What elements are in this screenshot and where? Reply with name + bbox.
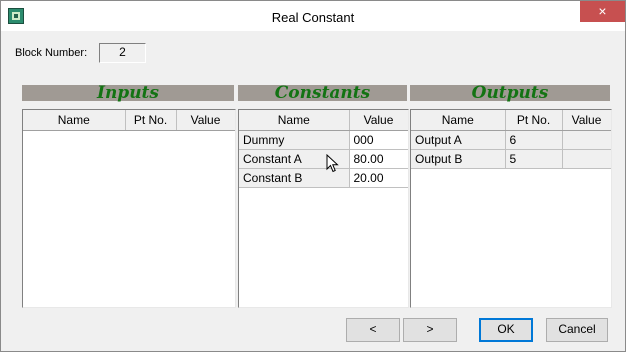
constants-table: Name Value Dummy 000 Constant A 80.00 Constan… (239, 110, 408, 188)
output-value-cell[interactable] (562, 130, 611, 150)
mouse-pointer-icon (326, 154, 339, 173)
window-title: Real Constant (271, 10, 355, 25)
value-column-header: Value (562, 110, 611, 131)
name-column-header: Name (239, 110, 350, 131)
output-value-cell[interactable] (562, 149, 611, 169)
name-column-header: Name (23, 110, 126, 131)
ok-button[interactable]: OK (479, 318, 533, 342)
pt-no-column-header: Pt No. (505, 110, 563, 131)
block-number-field: 2 (99, 43, 146, 63)
value-column-header: Value (176, 110, 235, 131)
pt-no-column-header: Pt No. (125, 110, 177, 131)
constant-row[interactable]: Constant A 80.00 (239, 149, 408, 169)
output-row[interactable]: Output A6 (411, 130, 611, 150)
constants-panel[interactable]: Name Value Dummy 000 Constant A 80.00 Constan… (238, 109, 409, 308)
constant-value-cell[interactable]: 20.00 (349, 168, 408, 188)
output-pt-no-cell[interactable]: 5 (505, 149, 563, 169)
constant-value-cell[interactable]: 000 (349, 130, 408, 150)
outputs-header: Outputs (410, 85, 610, 102)
next-button[interactable]: > (403, 318, 457, 342)
real-constant-dialog: Real Constant × Block Number: 2 Inputs C… (0, 0, 626, 352)
constant-row[interactable]: Constant B 20.00 (239, 168, 408, 188)
output-row[interactable]: Output B5 (411, 149, 611, 169)
block-number-label: Block Number: (15, 47, 88, 59)
constant-value-cell[interactable]: 80.00 (349, 149, 408, 169)
inputs-panel[interactable]: Name Pt No. Value (22, 109, 236, 308)
outputs-table: Name Pt No. Value Output A 6 Output B5 (411, 110, 611, 169)
title-bar: Real Constant × (1, 1, 625, 31)
output-name-cell[interactable]: Output A (411, 130, 506, 150)
constant-name-cell[interactable]: Dummy (239, 130, 350, 150)
output-pt-no-cell[interactable]: 6 (505, 130, 563, 150)
inputs-table: Name Pt No. Value (23, 110, 235, 131)
output-name-cell[interactable]: Output B (411, 149, 506, 169)
cancel-button[interactable]: Cancel (546, 318, 608, 342)
outputs-panel[interactable]: Name Pt No. Value Output A 6 Output B5 (410, 109, 612, 308)
constant-row[interactable]: Dummy 000 (239, 130, 408, 150)
previous-button[interactable]: < (346, 318, 400, 342)
constants-header: Constants (238, 85, 407, 102)
close-button[interactable]: × (580, 1, 625, 22)
name-column-header: Name (411, 110, 506, 131)
inputs-header: Inputs (22, 85, 234, 102)
value-column-header: Value (349, 110, 408, 131)
